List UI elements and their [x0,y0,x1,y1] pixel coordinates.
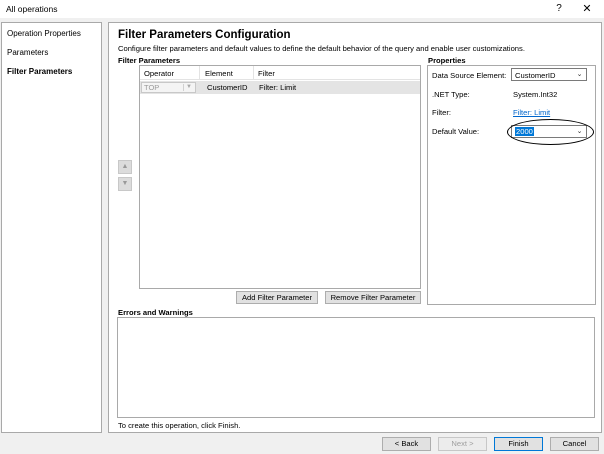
arrow-down-icon: ▼ [121,180,129,187]
page-title: Filter Parameters Configuration [118,29,291,41]
chevron-down-icon: ⌄ [576,71,583,78]
operator-select[interactable]: TOP ▼ [141,82,196,93]
properties-panel [427,65,596,305]
arrow-up-icon: ▲ [121,163,129,170]
errors-heading: Errors and Warnings [118,308,193,317]
nav-item-parameters[interactable]: Parameters [7,48,48,57]
default-value-label: Default Value: [432,127,480,136]
filter-link[interactable]: Filter: Limit [513,108,550,117]
grid-header: Operator Element Filter [140,66,420,80]
close-icon[interactable]: ✕ [580,2,594,16]
filter-parameters-heading: Filter Parameters [118,56,181,65]
chevron-down-icon: ▼ [183,84,194,91]
remove-filter-parameter-button[interactable]: Remove Filter Parameter [325,291,421,304]
next-button[interactable]: Next > [438,437,487,451]
operator-value: TOP [144,83,160,92]
nav-item-filter-parameters[interactable]: Filter Parameters [7,67,72,76]
data-source-element-select[interactable]: CustomerID ⌄ [511,68,587,81]
column-divider [199,66,200,80]
help-icon[interactable]: ? [552,2,566,16]
net-type-value: System.Int32 [513,90,558,99]
column-header-operator[interactable]: Operator [144,69,174,78]
add-filter-parameter-button[interactable]: Add Filter Parameter [236,291,318,304]
status-text: To create this operation, click Finish. [118,421,241,430]
wizard-nav: Operation Properties Parameters Filter P… [1,22,102,433]
window-title: All operations [6,4,58,14]
filter-label: Filter: [432,108,451,117]
errors-list [117,317,595,418]
move-up-button[interactable]: ▲ [118,160,132,174]
highlight-annotation [507,119,594,145]
column-header-filter[interactable]: Filter [258,69,275,78]
move-down-button[interactable]: ▼ [118,177,132,191]
filter-cell: Filter: Limit [259,83,297,92]
filter-parameters-grid[interactable]: Operator Element Filter TOP ▼ CustomerID… [139,65,421,289]
data-source-element-value: CustomerID [515,70,556,80]
column-header-element[interactable]: Element [205,69,233,78]
element-cell: CustomerID [207,83,248,92]
table-row[interactable]: TOP ▼ CustomerID Filter: Limit [140,81,420,94]
cancel-button[interactable]: Cancel [550,437,599,451]
data-source-element-label: Data Source Element: [432,71,507,80]
back-button[interactable]: < Back [382,437,431,451]
title-bar: All operations ? ✕ [0,0,604,18]
page-description: Configure filter parameters and default … [118,44,525,53]
column-divider [253,66,254,80]
nav-item-operation-properties[interactable]: Operation Properties [7,29,81,38]
finish-button[interactable]: Finish [494,437,543,451]
net-type-label: .NET Type: [432,90,470,99]
properties-heading: Properties [428,56,466,65]
